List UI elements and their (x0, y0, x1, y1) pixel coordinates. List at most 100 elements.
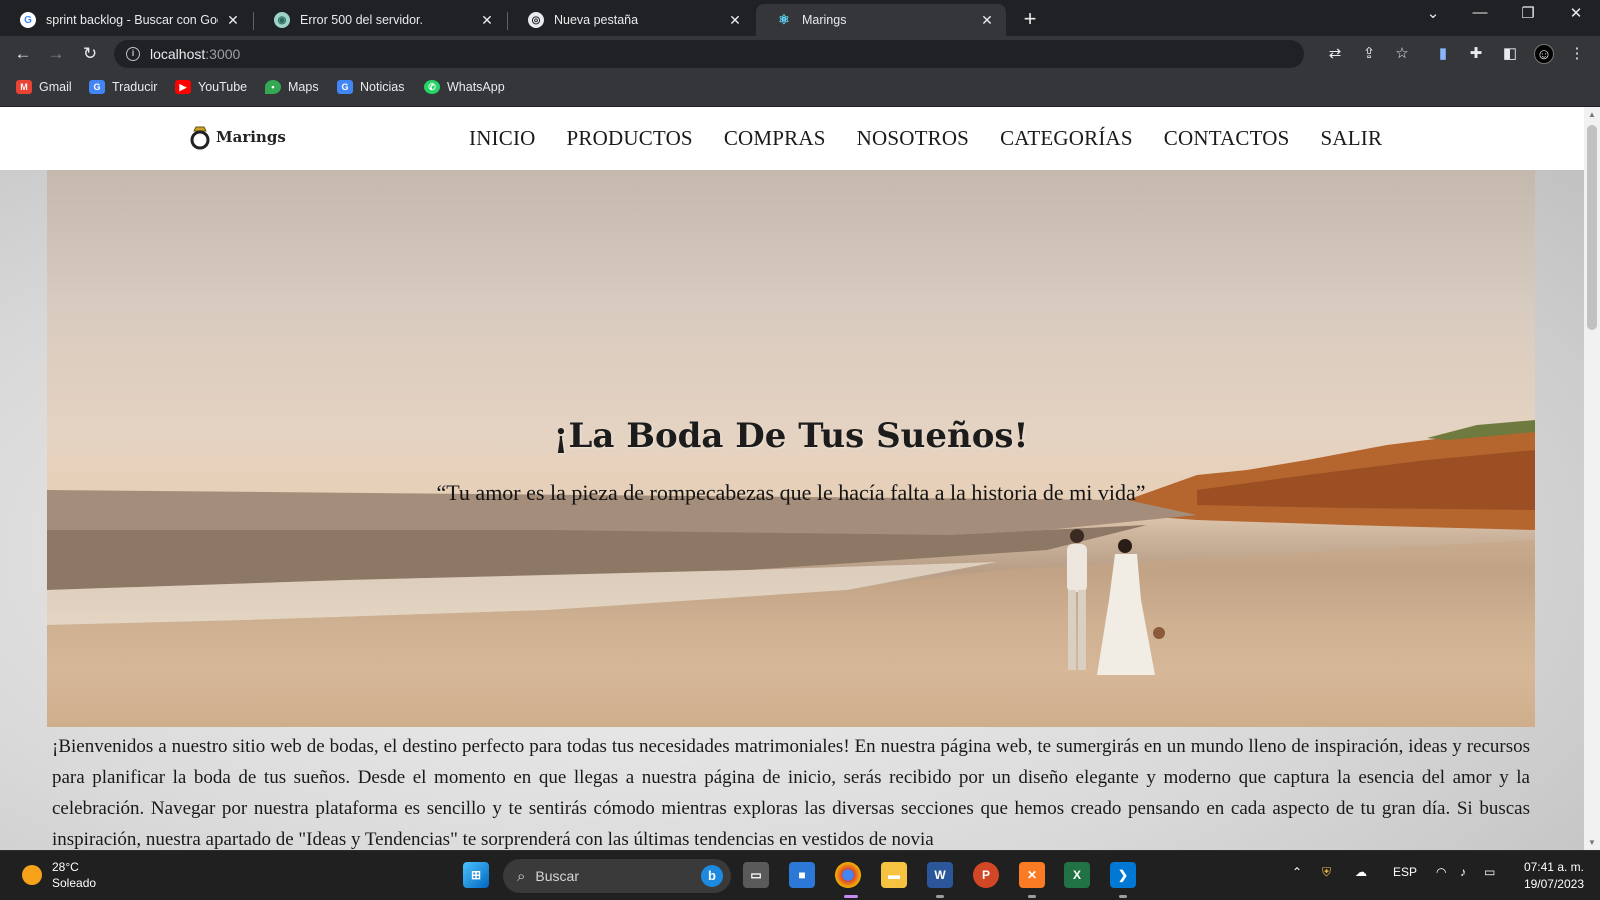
reload-button[interactable]: ↻ (78, 42, 102, 66)
tab-title: Marings (802, 13, 847, 27)
powerpoint-icon[interactable]: P (973, 862, 999, 888)
menu-productos[interactable]: PRODUCTOS (567, 126, 693, 151)
menu-salir[interactable]: SALIR (1321, 126, 1383, 151)
taskbar-search[interactable]: ⌕ Buscar b (503, 859, 731, 893)
address-host: localhost (150, 46, 206, 62)
close-icon[interactable]: ✕ (224, 12, 242, 29)
vscode-icon[interactable]: ❯ (1110, 862, 1136, 888)
bookmark-whatsapp[interactable]: ✆ WhatsApp (424, 80, 505, 94)
page-scrollbar[interactable]: ▲ ▼ (1584, 107, 1600, 850)
clock-date: 19/07/2023 (1523, 877, 1584, 891)
bookmark-gmail[interactable]: M Gmail (16, 80, 72, 94)
tab-title: Nueva pestaña (554, 13, 639, 27)
bookmarks-bar: M Gmail G Traducir ▶ YouTube • Maps G No… (0, 72, 1600, 107)
chrome-icon: ◎ (528, 12, 544, 28)
news-icon: G (337, 80, 353, 94)
language-indicator[interactable]: ESP (1393, 865, 1417, 879)
vscode-running-indicator (1119, 895, 1127, 898)
docs-extension-icon[interactable]: ▮ (1433, 44, 1453, 64)
weather-widget[interactable]: 28°C Soleado (22, 859, 96, 891)
windows-taskbar: 28°C Soleado ⊞ ⌕ Buscar b ▭ ■ ▬ W P ✕ X … (0, 850, 1600, 900)
menu-compras[interactable]: COMPRAS (724, 126, 826, 151)
tab-error-500[interactable]: ◉ Error 500 del servidor. ✕ (254, 4, 506, 36)
weather-temperature: 28°C (52, 860, 79, 874)
windows-start-icon[interactable]: ⊞ (463, 862, 489, 888)
new-tab-button[interactable]: + (1018, 6, 1042, 32)
hero-quote: “Tu amor es la pieza de rompecabezas que… (436, 480, 1146, 505)
onedrive-icon[interactable]: ☁ (1355, 865, 1367, 879)
tab-google-search[interactable]: G sprint backlog - Buscar con Google ✕ (0, 4, 252, 36)
close-icon[interactable]: ✕ (726, 12, 744, 29)
bookmark-label: YouTube (198, 80, 248, 94)
tab-search-chevron-icon[interactable]: ⌄ (1418, 4, 1448, 22)
microsoft-store-icon[interactable]: ■ (789, 862, 815, 888)
xampp-icon[interactable]: ✕ (1019, 862, 1045, 888)
clock-time: 07:41 a. m. (1523, 860, 1584, 874)
address-bar[interactable]: i localhost:3000 (114, 40, 1304, 68)
bookmark-noticias[interactable]: G Noticias (337, 80, 404, 94)
security-tray-icon[interactable]: ⛨ (1322, 865, 1331, 880)
share-icon[interactable]: ⇪ (1359, 44, 1379, 64)
scroll-up-arrow-icon[interactable]: ▲ (1588, 110, 1596, 119)
bookmark-label: Noticias (360, 80, 405, 94)
tab-marings[interactable]: ⚛ Marings ✕ (756, 4, 1006, 36)
browser-toolbar: ← → ↻ i localhost:3000 ⇄ ⇪ ☆ ▮ ✚ ◧ ☺ ⋮ (0, 36, 1600, 72)
bookmark-star-icon[interactable]: ☆ (1392, 44, 1412, 64)
browser-menu-icon[interactable]: ⋮ (1567, 44, 1587, 64)
word-running-indicator (936, 895, 944, 898)
menu-categorias[interactable]: CATEGORÍAS (1000, 126, 1133, 151)
translate-icon[interactable]: ⇄ (1325, 44, 1345, 64)
word-icon[interactable]: W (927, 862, 953, 888)
bookmark-maps[interactable]: • Maps (265, 80, 319, 94)
file-explorer-icon[interactable]: ▬ (881, 862, 907, 888)
translate-icon: G (89, 80, 105, 94)
chrome-running-indicator (844, 895, 858, 898)
battery-icon[interactable]: ▭ (1484, 865, 1495, 879)
profile-avatar[interactable]: ☺ (1534, 44, 1554, 64)
minimize-button[interactable]: — (1465, 4, 1495, 21)
volume-icon[interactable]: ♪ (1460, 865, 1466, 879)
whatsapp-icon: ✆ (424, 80, 440, 94)
forward-button[interactable]: → (44, 42, 68, 66)
tab-new-tab[interactable]: ◎ Nueva pestaña ✕ (508, 4, 754, 36)
chrome-taskbar-icon[interactable] (835, 862, 861, 888)
sun-icon (22, 865, 42, 885)
scrollbar-thumb[interactable] (1587, 125, 1597, 330)
menu-inicio[interactable]: INICIO (469, 126, 536, 151)
globe-icon: ◉ (274, 12, 290, 28)
react-icon: ⚛ (778, 12, 790, 27)
tab-title: Error 500 del servidor. (300, 13, 423, 27)
main-menu: INICIO PRODUCTOS COMPRAS NOSOTROS CATEGO… (469, 126, 1413, 151)
show-hidden-icons-chevron-icon[interactable]: ⌃ (1292, 865, 1302, 879)
bookmark-label: Maps (288, 80, 319, 94)
maps-icon: • (265, 80, 281, 94)
wifi-icon[interactable]: ◠ (1436, 865, 1446, 879)
menu-nosotros[interactable]: NOSOTROS (857, 126, 969, 151)
bookmark-traducir[interactable]: G Traducir (89, 80, 157, 94)
weather-condition: Soleado (52, 876, 97, 890)
side-panel-icon[interactable]: ◧ (1500, 44, 1520, 64)
back-button[interactable]: ← (11, 42, 35, 66)
excel-icon[interactable]: X (1064, 862, 1090, 888)
bookmark-youtube[interactable]: ▶ YouTube (175, 80, 247, 94)
hero-title: ¡La Boda De Tus Sueños! (553, 416, 1029, 456)
restore-button[interactable]: ❐ (1513, 4, 1543, 22)
site-info-icon[interactable]: i (126, 47, 140, 61)
browser-tabstrip: G sprint backlog - Buscar con Google ✕ ◉… (0, 0, 1600, 36)
menu-contactos[interactable]: CONTACTOS (1164, 126, 1290, 151)
close-icon[interactable]: ✕ (478, 12, 496, 29)
close-icon[interactable]: ✕ (978, 12, 996, 29)
system-clock[interactable]: 07:41 a. m. 19/07/2023 (1524, 859, 1584, 893)
close-window-button[interactable]: ✕ (1561, 4, 1591, 22)
logo-text: Marings (216, 128, 286, 146)
bing-icon[interactable]: b (701, 865, 723, 887)
scroll-down-arrow-icon[interactable]: ▼ (1588, 838, 1596, 847)
bookmark-label: Gmail (39, 80, 72, 94)
gmail-icon: M (16, 80, 32, 94)
address-port: :3000 (205, 46, 241, 62)
extensions-puzzle-icon[interactable]: ✚ (1466, 44, 1486, 64)
search-placeholder: Buscar (535, 868, 579, 884)
site-logo[interactable]: Marings (188, 124, 286, 150)
bookmark-label: Traducir (112, 80, 158, 94)
task-view-icon[interactable]: ▭ (743, 862, 769, 888)
